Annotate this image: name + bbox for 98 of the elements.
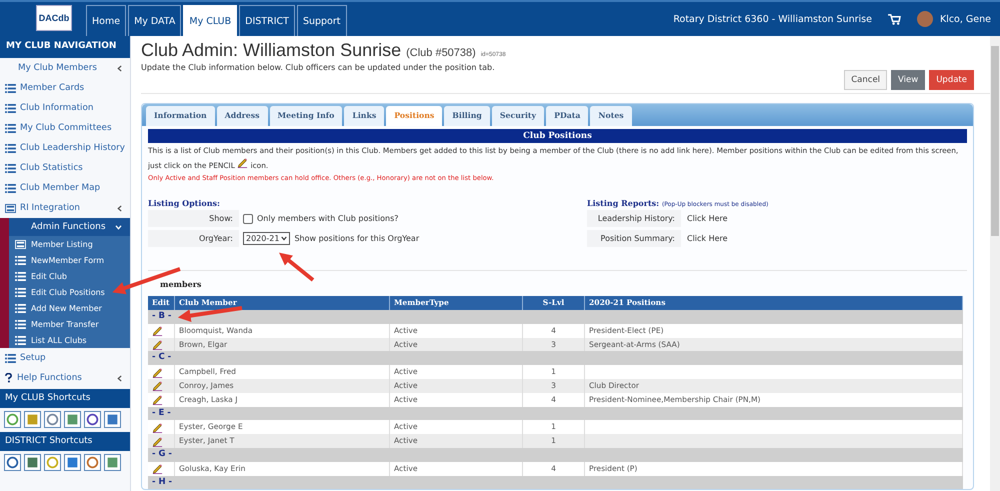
- sidebar-item[interactable]: Help Functions: [0, 368, 130, 388]
- shortcuts-heading: DISTRICT Shortcuts: [0, 432, 130, 451]
- pencil-icon[interactable]: [152, 463, 163, 474]
- list-icon: [5, 184, 16, 192]
- shortcut-icon[interactable]: [24, 454, 41, 471]
- district-club-label: Rotary District 6360 - Williamston Sunrise: [673, 14, 872, 24]
- pencil-icon[interactable]: [152, 380, 163, 392]
- list-icon: [5, 124, 16, 132]
- sidebar-item[interactable]: Edit Club: [9, 268, 130, 284]
- list-icon: [15, 272, 26, 280]
- sidebar-heading: MY CLUB NAVIGATION: [0, 36, 130, 58]
- section-heading: Listing Options:: [148, 198, 222, 208]
- list-icon: [5, 84, 16, 92]
- pencil-icon[interactable]: [152, 325, 163, 336]
- section-heading: Listing Reports:: [587, 198, 660, 208]
- card-icon: [5, 204, 16, 212]
- logo[interactable]: DACdb: [36, 5, 72, 31]
- chevron-icon: [117, 64, 122, 72]
- card-icon: [15, 240, 26, 248]
- shortcut-icon[interactable]: [44, 454, 61, 471]
- field-label: Show:: [148, 210, 239, 227]
- shortcut-icon[interactable]: [84, 411, 101, 428]
- checkbox[interactable]: [243, 214, 253, 224]
- nav-tab[interactable]: DISTRICT: [239, 5, 295, 36]
- list-icon: [5, 164, 16, 172]
- sidebar-item[interactable]: Club Information: [0, 98, 130, 118]
- scrollbar[interactable]: [990, 36, 1000, 491]
- field-label: Position Summary:: [587, 230, 681, 247]
- shortcut-icon[interactable]: [44, 411, 61, 428]
- list-icon: [15, 256, 26, 264]
- hint-text: Show positions for this OrgYear: [294, 234, 420, 243]
- sidebar-item[interactable]: List ALL Clubs: [9, 332, 130, 348]
- shortcuts-heading: My CLUB Shortcuts: [0, 389, 130, 408]
- list-icon: [5, 144, 16, 152]
- pencil-icon[interactable]: [152, 338, 163, 350]
- report-link[interactable]: Click Here: [687, 214, 728, 223]
- nav-tab[interactable]: My CLUB: [183, 5, 238, 36]
- shortcut-icon[interactable]: [64, 411, 81, 428]
- sidebar-item[interactable]: Club Member Map: [0, 178, 130, 198]
- group-letter: - G -: [148, 448, 963, 462]
- report-link[interactable]: Click Here: [687, 234, 728, 243]
- sidebar-item[interactable]: Member Listing: [9, 236, 130, 252]
- shortcut-icon[interactable]: [4, 454, 21, 471]
- club-number: (Club #50738): [406, 47, 476, 59]
- shortcut-icon[interactable]: [4, 411, 21, 428]
- chevron-icon: [115, 224, 122, 230]
- field-label: Leadership History:: [587, 210, 681, 227]
- group-letter: - E -: [148, 406, 963, 420]
- action-button[interactable]: Cancel: [844, 70, 888, 90]
- shortcut-icon[interactable]: [104, 454, 121, 471]
- shortcut-icon[interactable]: [24, 411, 41, 428]
- page-subtitle: Update the Club information below. Club officers can be updated under the position tab.: [141, 63, 495, 72]
- action-button[interactable]: View: [891, 70, 926, 90]
- chevron-icon: [117, 204, 122, 212]
- sidebar-item[interactable]: Member Transfer: [9, 316, 130, 332]
- shortcut-icon[interactable]: [84, 454, 101, 471]
- panel-title: Club Positions: [148, 129, 967, 143]
- annotation-arrow: [178, 306, 242, 322]
- chevron-icon: [117, 374, 122, 382]
- annotation-arrow: [279, 252, 314, 282]
- nav-tab[interactable]: Home: [86, 5, 126, 36]
- sidebar-item[interactable]: Add New Member: [9, 300, 130, 316]
- checkbox-label[interactable]: Only members with Club positions?: [257, 214, 398, 223]
- year-dropdown[interactable]: 2020-21: [243, 232, 290, 245]
- nav-tab[interactable]: My DATA: [128, 5, 182, 36]
- group-letter: - H -: [148, 476, 963, 490]
- field-label: OrgYear:: [148, 230, 239, 247]
- page-title: Club Admin: Williamston Sunrise: [141, 40, 402, 61]
- shortcut-icon[interactable]: [64, 454, 81, 471]
- pencil-icon[interactable]: [237, 157, 248, 168]
- action-button[interactable]: Update: [929, 70, 974, 90]
- list-icon: [5, 104, 16, 112]
- pencil-icon[interactable]: [152, 436, 163, 447]
- sidebar-item[interactable]: My Club Members: [0, 58, 130, 78]
- sidebar-item[interactable]: Edit Club Positions: [9, 284, 130, 300]
- sidebar-item[interactable]: NewMember Form: [9, 252, 130, 268]
- shortcut-icon[interactable]: [104, 411, 121, 428]
- pencil-icon[interactable]: [152, 366, 163, 378]
- nav-tab[interactable]: Support: [296, 5, 346, 36]
- user-name[interactable]: Klco, Gene: [940, 14, 991, 24]
- sidebar-item[interactable]: Club Statistics: [0, 158, 130, 178]
- pencil-icon[interactable]: [152, 422, 163, 433]
- sidebar-item[interactable]: Club Leadership History: [0, 138, 130, 158]
- help-icon: [5, 373, 12, 383]
- list-icon: [15, 336, 26, 344]
- group-letter: - C -: [148, 351, 963, 366]
- sidebar-item[interactable]: My Club Committees: [0, 118, 130, 138]
- sidebar-item[interactable]: Member Cards: [0, 78, 130, 98]
- pencil-icon[interactable]: [152, 394, 163, 406]
- sidebar-item[interactable]: Setup: [0, 348, 130, 368]
- sidebar-item[interactable]: RI Integration: [0, 198, 130, 218]
- group-letter: - B -: [148, 310, 963, 324]
- list-icon: [15, 320, 26, 328]
- cart-icon[interactable]: [888, 14, 901, 24]
- list-icon: [15, 304, 26, 312]
- list-icon: [15, 288, 26, 296]
- sidebar-group-header[interactable]: Admin Functions: [9, 218, 130, 236]
- list-icon: [5, 354, 16, 362]
